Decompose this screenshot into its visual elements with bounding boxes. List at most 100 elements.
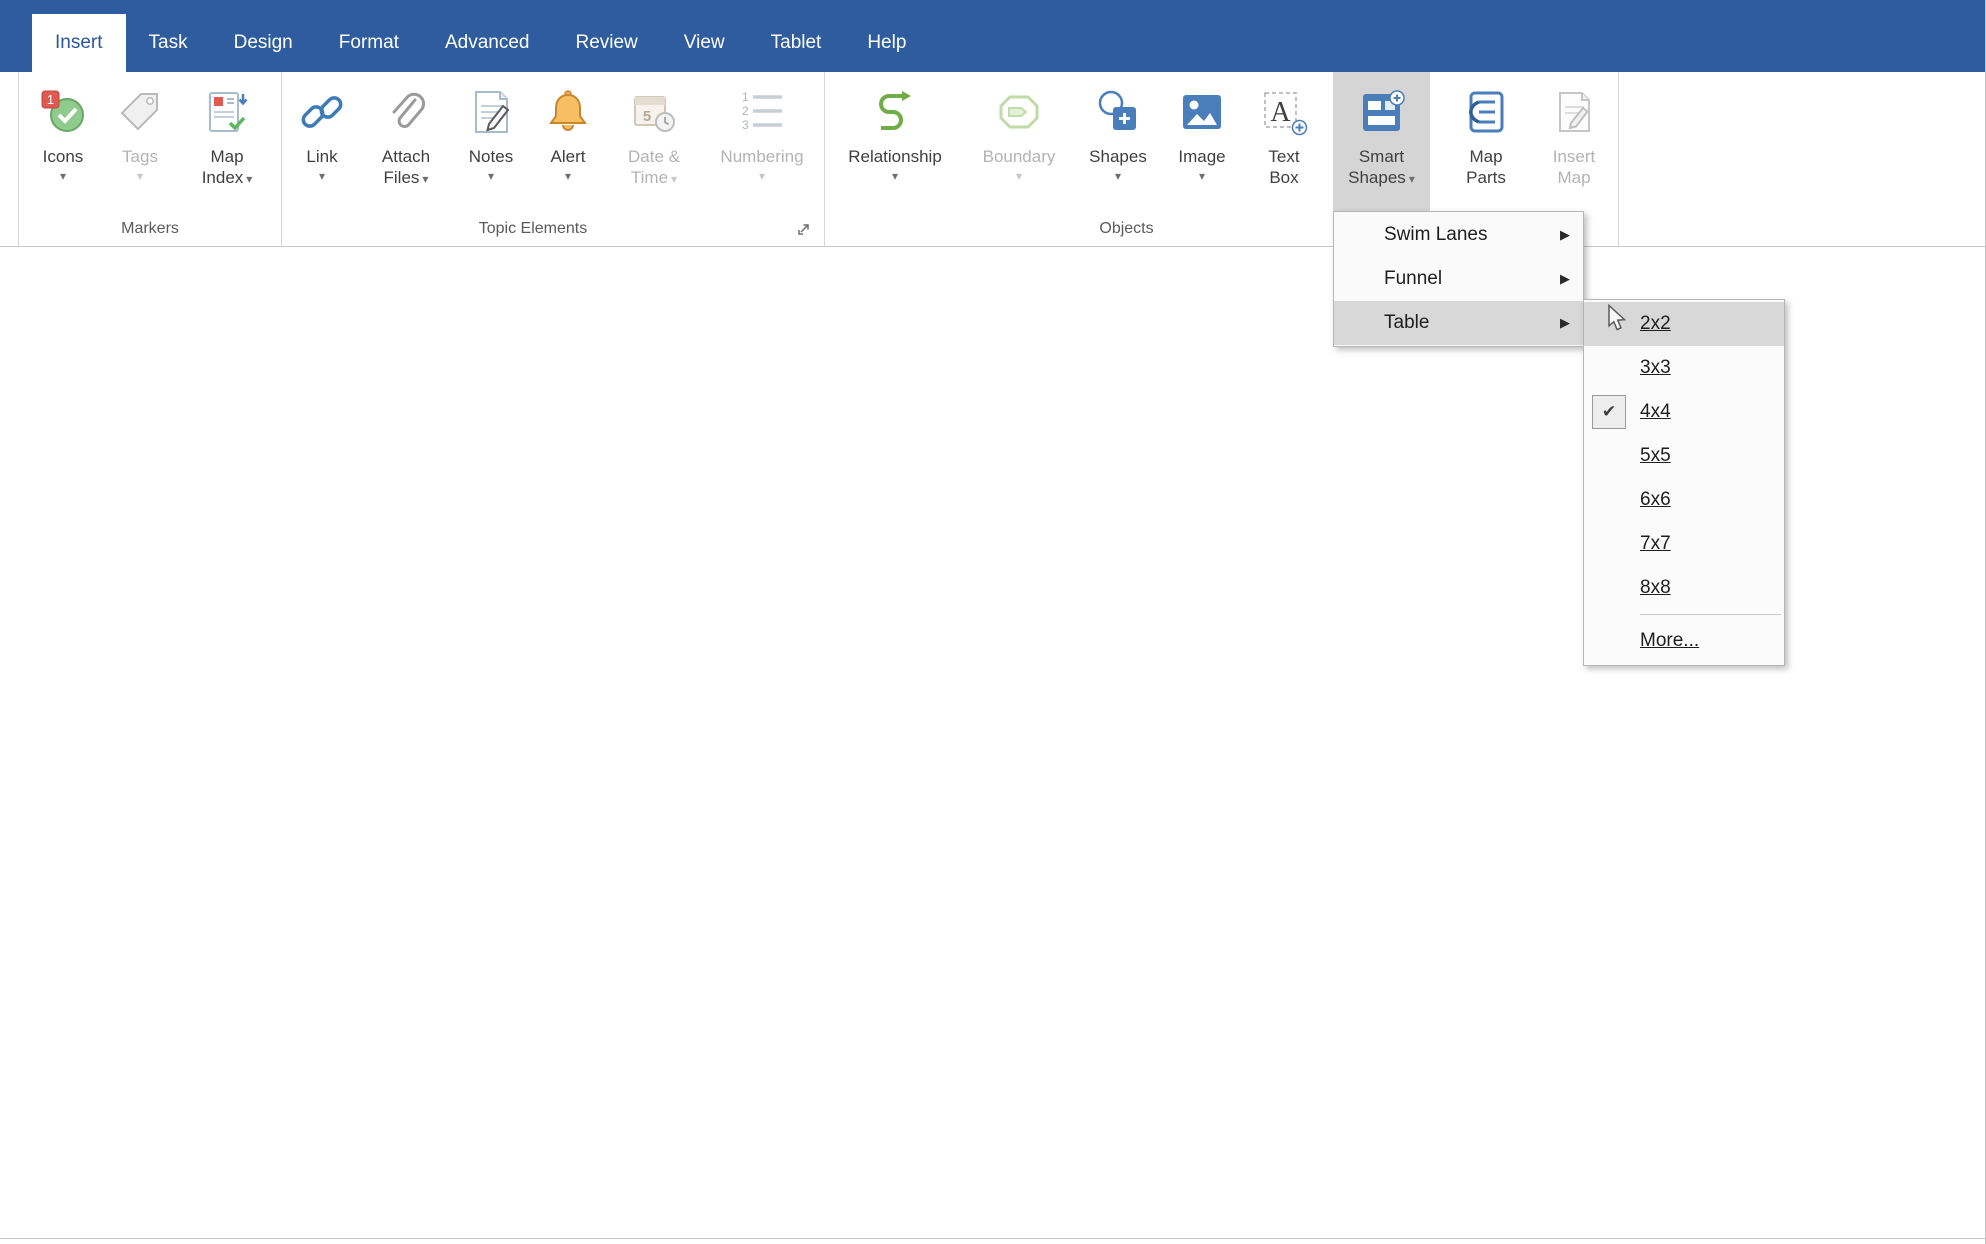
svg-text:2: 2 <box>742 104 749 118</box>
ribbon-group-markers: 1 Icons ▾ Tags ▾ Map Index ▾ Markers <box>19 72 281 247</box>
window-bottom-edge <box>0 1238 1986 1239</box>
ribbon-button-insert-map: Insert Map <box>1542 72 1606 211</box>
menu-item-swim-lanes[interactable]: Swim Lanes ▶ <box>1334 213 1583 257</box>
ribbon-button-map-parts[interactable]: Map Parts <box>1448 72 1524 211</box>
group-divider <box>1618 72 1619 246</box>
chevron-down-icon: ▾ <box>246 172 253 186</box>
ribbon-button-map-index[interactable]: Map Index ▾ <box>185 72 269 211</box>
ribbon-button-shapes[interactable]: Shapes ▾ <box>1085 72 1151 211</box>
ribbon-button-label: Link <box>306 147 338 166</box>
text-box-icon: A <box>1260 88 1308 136</box>
tab-insert[interactable]: Insert <box>32 14 126 72</box>
chevron-down-icon: ▾ <box>487 169 495 183</box>
icons-marker-icon: 1 <box>39 88 87 136</box>
insert-map-icon <box>1550 88 1598 136</box>
group-label-markers: Markers <box>121 220 179 237</box>
chevron-down-icon: ▾ <box>891 169 899 183</box>
chevron-down-icon: ▾ <box>1015 169 1023 183</box>
tab-task[interactable]: Task <box>126 14 211 72</box>
svg-text:A: A <box>1270 97 1291 128</box>
ribbon-button-label: Boundary <box>982 147 1056 166</box>
ribbon-button-label: Attach Files ▾ <box>381 147 431 187</box>
chevron-down-icon: ▾ <box>1408 172 1415 186</box>
ribbon-group-topic-elements: Link ▾ Attach Files ▾ Notes ▾ Alert ▾ 5 … <box>282 72 824 247</box>
tab-format[interactable]: Format <box>316 14 422 72</box>
ribbon-button-smart-shapes[interactable]: Smart Shapes ▾ <box>1333 72 1430 211</box>
ribbon-button-relationship[interactable]: Relationship ▾ <box>837 72 953 211</box>
ribbon-button-label: Image <box>1178 147 1226 166</box>
ribbon-button-label: Alert <box>550 147 586 166</box>
ribbon-button-label: Relationship <box>848 147 942 166</box>
submenu-item-5x5[interactable]: 5x5 <box>1584 434 1784 478</box>
ribbon-button-label: Shapes <box>1089 147 1147 166</box>
checkmark-icon: ✔ <box>1592 395 1626 429</box>
ribbon-button-text-box[interactable]: A Text Box <box>1253 72 1315 211</box>
submenu-arrow-icon: ▶ <box>1560 227 1570 242</box>
table-size-submenu: 2x2 3x3 ✔ 4x4 5x5 6x6 7x7 8x8 More... <box>1583 299 1785 666</box>
svg-text:1: 1 <box>47 92 54 107</box>
menu-item-funnel[interactable]: Funnel ▶ <box>1334 257 1583 301</box>
submenu-item-6x6[interactable]: 6x6 <box>1584 478 1784 522</box>
chevron-down-icon: ▾ <box>1198 169 1206 183</box>
ribbon-button-label: Map Index ▾ <box>201 147 253 187</box>
ribbon-button-label: Smart Shapes ▾ <box>1348 147 1415 187</box>
map-index-icon <box>203 88 251 136</box>
tab-view[interactable]: View <box>661 14 748 72</box>
ribbon-button-label: Tags <box>122 147 158 166</box>
dialog-launcher-icon[interactable] <box>794 219 814 239</box>
tab-tablet[interactable]: Tablet <box>748 14 845 72</box>
ribbon-button-alert[interactable]: Alert ▾ <box>540 72 596 211</box>
tab-design[interactable]: Design <box>211 14 316 72</box>
ribbon-button-attach-files[interactable]: Attach Files ▾ <box>370 72 442 211</box>
shapes-icon <box>1094 88 1142 136</box>
ribbon-button-tags: Tags ▾ <box>107 72 173 211</box>
ribbon-button-label: Icons <box>42 147 84 166</box>
submenu-item-3x3[interactable]: 3x3 <box>1584 346 1784 390</box>
submenu-item-8x8[interactable]: 8x8 <box>1584 566 1784 610</box>
smart-shapes-menu: Swim Lanes ▶ Funnel ▶ Table ▶ <box>1333 211 1584 347</box>
ribbon-button-image[interactable]: Image ▾ <box>1169 72 1235 211</box>
ribbon-button-icons[interactable]: 1 Icons ▾ <box>31 72 95 211</box>
tab-review[interactable]: Review <box>552 14 660 72</box>
image-icon <box>1178 88 1226 136</box>
ribbon-button-label: Numbering <box>720 147 804 166</box>
ribbon-button-label: Map Parts <box>1466 147 1506 187</box>
group-label-topic-elements: Topic Elements <box>478 220 588 237</box>
ribbon: 1 Icons ▾ Tags ▾ Map Index ▾ Markers Lin… <box>0 72 1986 247</box>
menu-separator <box>1640 614 1781 615</box>
ribbon-button-date-time: 5 Date & Time ▾ <box>616 72 692 211</box>
submenu-arrow-icon: ▶ <box>1560 271 1570 286</box>
ribbon-button-label: Insert Map <box>1552 147 1596 187</box>
chevron-down-icon: ▾ <box>671 172 678 186</box>
map-parts-icon <box>1462 88 1510 136</box>
svg-text:1: 1 <box>742 90 749 104</box>
chevron-down-icon: ▾ <box>136 169 144 183</box>
link-icon <box>298 88 346 136</box>
svg-text:3: 3 <box>742 118 749 132</box>
relationship-icon <box>871 88 919 136</box>
menu-item-table[interactable]: Table ▶ <box>1334 301 1583 345</box>
ribbon-button-label: Text Box <box>1268 147 1300 187</box>
tab-advanced[interactable]: Advanced <box>422 14 553 72</box>
alert-bell-icon <box>544 88 592 136</box>
submenu-arrow-icon: ▶ <box>1560 315 1570 330</box>
ribbon-button-numbering: 123 Numbering ▾ <box>712 72 812 211</box>
chevron-down-icon: ▾ <box>422 172 429 186</box>
ribbon-button-link[interactable]: Link ▾ <box>294 72 350 211</box>
numbering-icon: 123 <box>738 88 786 136</box>
submenu-item-7x7[interactable]: 7x7 <box>1584 522 1784 566</box>
submenu-item-4x4[interactable]: ✔ 4x4 <box>1584 390 1784 434</box>
chevron-down-icon: ▾ <box>59 169 67 183</box>
tab-help[interactable]: Help <box>844 14 929 72</box>
menubar: Insert Task Design Format Advanced Revie… <box>0 0 1986 72</box>
ribbon-button-label: Date & Time ▾ <box>628 147 680 187</box>
svg-text:5: 5 <box>643 108 651 125</box>
submenu-item-more[interactable]: More... <box>1584 619 1784 663</box>
smart-shapes-icon <box>1358 88 1406 136</box>
ribbon-button-notes[interactable]: Notes ▾ <box>462 72 520 211</box>
chevron-down-icon: ▾ <box>564 169 572 183</box>
submenu-item-2x2[interactable]: 2x2 <box>1584 302 1784 346</box>
chevron-down-icon: ▾ <box>758 169 766 183</box>
tag-icon <box>116 88 164 136</box>
ribbon-spacer <box>0 72 18 246</box>
